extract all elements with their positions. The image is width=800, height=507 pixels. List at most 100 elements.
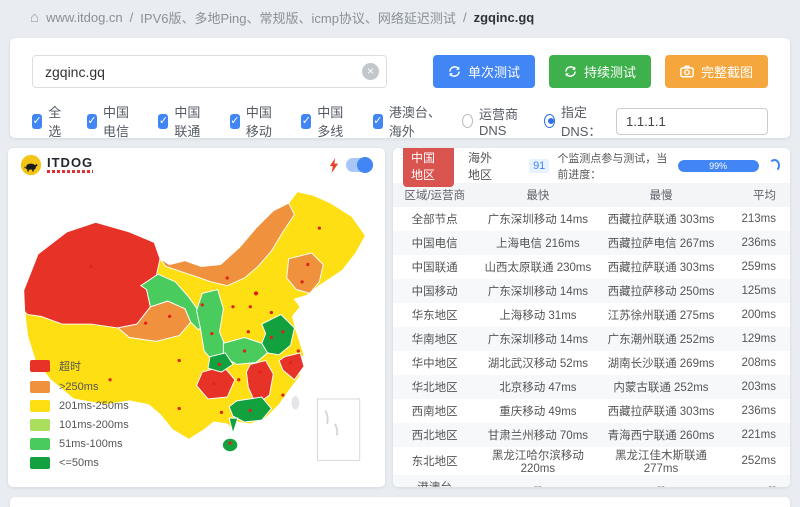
column-header: 最快 xyxy=(476,183,599,207)
continuous-test-button[interactable]: 持续测试 xyxy=(549,55,651,88)
table-cell: 北京移动 47ms xyxy=(476,375,599,399)
table-cell: 华东地区 xyxy=(393,303,476,327)
table-cell: 西藏拉萨联通 303ms xyxy=(599,207,722,231)
map-legend: 超时>250ms201ms-250ms101ms-200ms51ms-100ms… xyxy=(30,351,129,469)
map-region-hainan xyxy=(222,438,237,451)
dog-logo-icon xyxy=(20,154,42,176)
table-cell: 内蒙古联通 252ms xyxy=(599,375,722,399)
checkbox-check-icon: ✓ xyxy=(158,114,168,129)
carrier-checkbox[interactable]: ✓全选 xyxy=(32,102,66,140)
table-cell: 中国联通 xyxy=(393,255,476,279)
loop-icon xyxy=(564,65,577,78)
progress-fill: 99% xyxy=(678,160,759,172)
clear-input-icon[interactable]: × xyxy=(362,63,379,80)
full-screenshot-label: 完整截图 xyxy=(701,62,753,81)
table-row[interactable]: 华中地区湖北武汉移动 52ms湖南长沙联通 269ms208ms xyxy=(393,351,790,375)
table-cell: 213ms xyxy=(722,207,790,231)
column-header: 区域/运营商 xyxy=(393,183,476,207)
table-cell: -- xyxy=(476,475,599,487)
map-region-taiwan xyxy=(292,396,300,409)
host-input[interactable] xyxy=(32,55,387,88)
map-region-xinjiang xyxy=(24,222,160,328)
table-cell: -- xyxy=(599,475,722,487)
carrier-checkbox[interactable]: ✓中国电信 xyxy=(87,102,137,140)
toggle-knob xyxy=(357,157,373,173)
legend-item: 101ms-200ms xyxy=(30,419,129,431)
legend-label: 超时 xyxy=(59,358,81,374)
table-cell: 广东深圳移动 14ms xyxy=(476,279,599,303)
dns-input[interactable] xyxy=(616,108,768,135)
legend-label: 201ms-250ms xyxy=(59,400,129,412)
carrier-checkbox[interactable]: ✓ 中国多线 xyxy=(301,102,351,140)
checkbox-label: 中国移动 xyxy=(246,102,280,140)
table-row[interactable]: 西南地区重庆移动 49ms西藏拉萨联通 303ms236ms xyxy=(393,399,790,423)
home-icon[interactable]: ⌂ xyxy=(30,9,39,26)
table-cell: 华北地区 xyxy=(393,375,476,399)
custom-dns-radio[interactable]: 指定DNS： xyxy=(544,102,610,140)
table-row[interactable]: 全部节点广东深圳移动 14ms西藏拉萨联通 303ms213ms xyxy=(393,207,790,231)
legend-swatch xyxy=(30,438,50,450)
breadcrumb: ⌂ www.itdog.cn / IPV6版、多地Ping、常规版、icmp协议… xyxy=(0,0,800,34)
legend-swatch xyxy=(30,419,50,431)
table-cell: 236ms xyxy=(722,231,790,255)
table-row[interactable]: 港澳台------ xyxy=(393,475,790,487)
carrier-checkbox[interactable]: ✓中国联通 xyxy=(158,102,208,140)
table-cell: 湖北武汉移动 52ms xyxy=(476,351,599,375)
progress-label: 个监测点参与测试，当前进度： xyxy=(557,150,669,182)
checkbox-label: 中国电信 xyxy=(103,102,137,140)
logo-tagline xyxy=(47,170,93,173)
lightning-icon[interactable] xyxy=(329,158,339,173)
table-cell: 221ms xyxy=(722,423,790,447)
carrier-dns-radio[interactable]: 运营商DNS xyxy=(462,104,528,138)
table-cell: 华中地区 xyxy=(393,351,476,375)
table-row[interactable]: 中国电信上海电信 216ms西藏拉萨电信 267ms236ms xyxy=(393,231,790,255)
table-cell: 中国移动 xyxy=(393,279,476,303)
legend-item: 201ms-250ms xyxy=(30,400,129,412)
table-row[interactable]: 华南地区广东深圳移动 14ms广东潮州联通 252ms129ms xyxy=(393,327,790,351)
table-cell: 西北地区 xyxy=(393,423,476,447)
table-cell: 青海西宁联通 260ms xyxy=(599,423,722,447)
table-cell: 广东深圳移动 14ms xyxy=(476,207,599,231)
continuous-test-label: 持续测试 xyxy=(584,62,636,81)
table-row[interactable]: 东北地区黑龙江哈尔滨移动 220ms黑龙江佳木斯联通 277ms252ms xyxy=(393,447,790,475)
legend-item: >250ms xyxy=(30,381,129,393)
column-header: 最慢 xyxy=(599,183,722,207)
table-cell: 208ms xyxy=(722,351,790,375)
breadcrumb-site[interactable]: www.itdog.cn xyxy=(46,10,123,25)
carrier-checkbox[interactable]: ✓ 中国移动 xyxy=(230,102,280,140)
legend-label: 101ms-200ms xyxy=(59,419,129,431)
table-cell: 黑龙江佳木斯联通 277ms xyxy=(599,447,722,475)
table-cell: 西南地区 xyxy=(393,399,476,423)
table-cell: 252ms xyxy=(722,447,790,475)
checkbox-label: 全选 xyxy=(48,102,66,140)
table-cell: -- xyxy=(722,475,790,487)
table-cell: 西藏拉萨联通 303ms xyxy=(599,255,722,279)
legend-label: >250ms xyxy=(59,381,98,393)
results-panel: 中国地区 海外地区 91 个监测点参与测试，当前进度： 99% 区域/运营商最快… xyxy=(393,148,790,487)
carrier-dns-label: 运营商DNS xyxy=(479,104,528,138)
table-row[interactable]: 中国移动广东深圳移动 14ms西藏拉萨移动 250ms125ms xyxy=(393,279,790,303)
table-row[interactable]: 华北地区北京移动 47ms内蒙古联通 252ms203ms xyxy=(393,375,790,399)
table-cell: 203ms xyxy=(722,375,790,399)
table-cell: 湖南长沙联通 269ms xyxy=(599,351,722,375)
table-cell: 西藏拉萨移动 250ms xyxy=(599,279,722,303)
itdog-logo[interactable]: ITDOG xyxy=(20,154,93,176)
table-cell: 上海电信 216ms xyxy=(476,231,599,255)
checkbox-check-icon: ✓ xyxy=(301,114,311,129)
full-screenshot-button[interactable]: 完整截图 xyxy=(665,55,768,88)
table-cell: 江苏徐州联通 275ms xyxy=(599,303,722,327)
tab-china-region[interactable]: 中国地区 xyxy=(403,148,454,187)
tab-overseas-region[interactable]: 海外地区 xyxy=(462,148,509,187)
checkbox-check-icon: ✓ xyxy=(230,114,240,129)
carrier-checkbox[interactable]: ✓港澳台、海外 xyxy=(373,102,441,140)
table-row[interactable]: 西北地区甘肃兰州移动 70ms青海西宁联通 260ms221ms xyxy=(393,423,790,447)
table-cell: 东北地区 xyxy=(393,447,476,475)
checkbox-label: 中国多线 xyxy=(317,102,351,140)
table-cell: 广东深圳移动 14ms xyxy=(476,327,599,351)
table-row[interactable]: 中国联通山西太原联通 230ms西藏拉萨联通 303ms259ms xyxy=(393,255,790,279)
table-row[interactable]: 华东地区上海移动 31ms江苏徐州联通 275ms200ms xyxy=(393,303,790,327)
legend-item: 超时 xyxy=(30,358,129,374)
map-toggle-switch[interactable] xyxy=(346,158,373,172)
single-test-button[interactable]: 单次测试 xyxy=(433,55,535,88)
logo-text: ITDOG xyxy=(47,157,93,168)
